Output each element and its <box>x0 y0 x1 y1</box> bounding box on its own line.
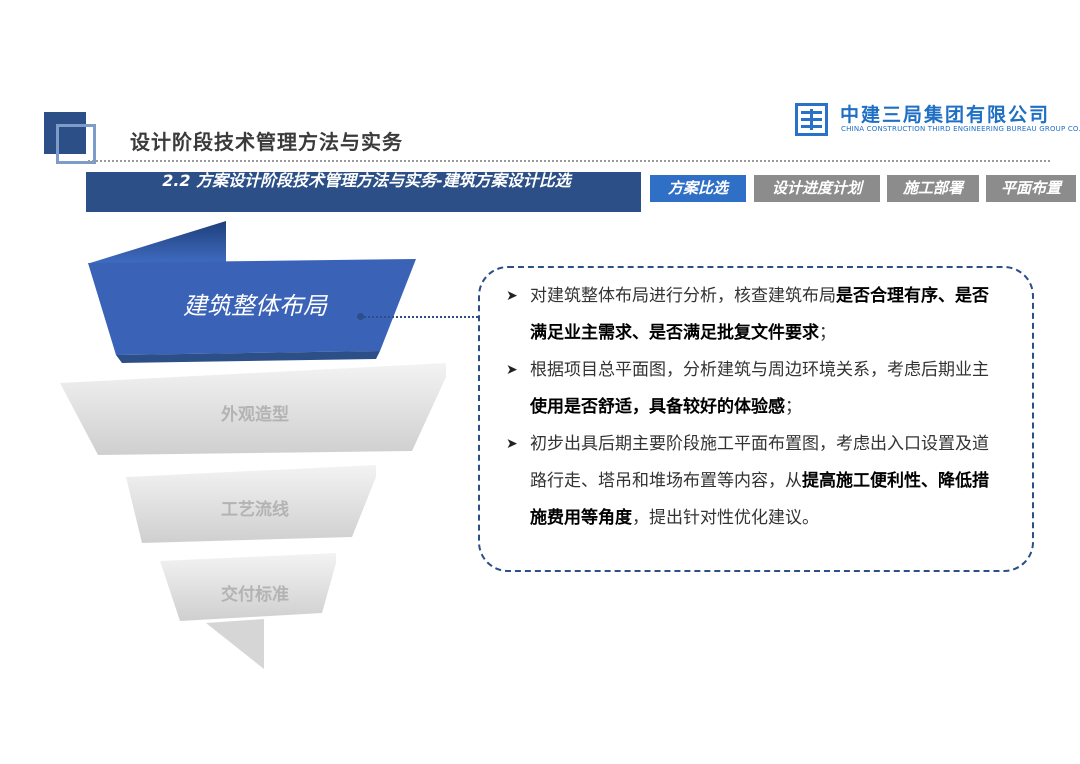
header-decor-outline <box>56 124 96 164</box>
arrow-bullet-icon: ➤ <box>506 362 518 378</box>
arrow-bullet-icon: ➤ <box>506 436 518 452</box>
section-title: 2.2 方案设计阶段技术管理方法与实务-建筑方案设计比选 <box>162 172 571 190</box>
header-divider <box>88 160 1050 162</box>
funnel-label-3: 工艺流线 <box>221 500 289 520</box>
connector-line <box>360 316 478 318</box>
funnel-segment-1-back <box>90 221 226 263</box>
bullet-item-2: ➤ 根据项目总平面图，分析建筑与周边环境关系，考虑后期业主使用是否舒适，具备较好的… <box>506 352 1000 426</box>
funnel-diagram <box>60 221 446 669</box>
tab-site-layout[interactable]: 平面布置 <box>986 175 1076 202</box>
company-name: 中建三局集团有限公司 <box>840 104 1051 126</box>
company-name-en: CHINA CONSTRUCTION THIRD ENGINEERING BUR… <box>841 125 1080 133</box>
connector-dot <box>357 313 364 320</box>
bullet-item-3: ➤ 初步出具后期主要阶段施工平面布置图，考虑出入口设置及道路行走、塔吊和堆场布置等… <box>506 426 1000 537</box>
arrow-bullet-icon: ➤ <box>506 288 518 304</box>
section-banner: 2.2 方案设计阶段技术管理方法与实务-建筑方案设计比选 <box>86 172 641 212</box>
funnel-label-2: 外观造型 <box>221 405 289 425</box>
company-logo-icon <box>795 103 828 136</box>
funnel-tip <box>206 619 264 669</box>
tab-design-schedule[interactable]: 设计进度计划 <box>754 175 880 202</box>
tab-construction-deployment[interactable]: 施工部署 <box>887 175 979 202</box>
page-title: 设计阶段技术管理方法与实务 <box>130 130 403 154</box>
tab-scheme-comparison[interactable]: 方案比选 <box>650 175 746 202</box>
funnel-label-4: 交付标准 <box>221 585 289 605</box>
bullet-item-1: ➤ 对建筑整体布局进行分析，核查建筑布局是否合理有序、是否满足业主需求、是否满足批… <box>506 278 1000 352</box>
